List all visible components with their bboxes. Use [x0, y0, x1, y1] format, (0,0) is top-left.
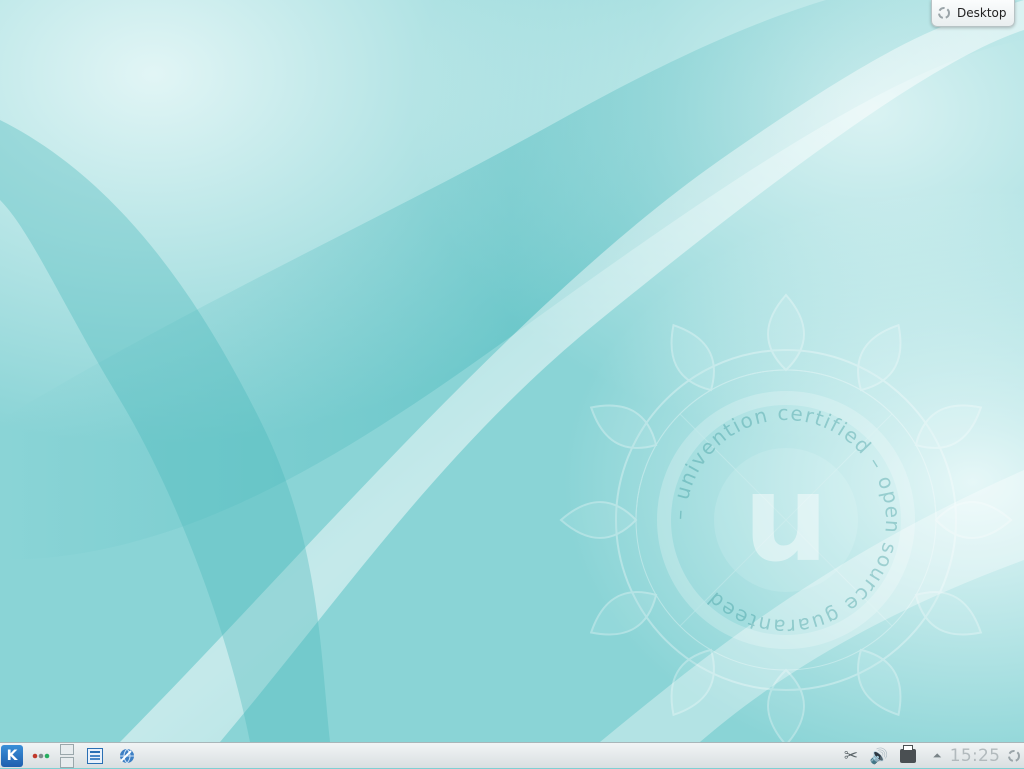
desktop-toolbox-button[interactable]: Desktop — [931, 0, 1015, 27]
activities-button[interactable] — [30, 743, 52, 769]
desktop-pager[interactable] — [58, 743, 76, 769]
panel-toolbox-button[interactable] — [1004, 743, 1024, 769]
digital-clock[interactable]: 15:25 — [948, 743, 1002, 769]
printer-icon — [900, 745, 916, 763]
window-list-icon — [87, 748, 103, 764]
cashew-icon — [1008, 750, 1020, 762]
speaker-icon: 🔊 — [869, 747, 889, 765]
task-manager-button[interactable] — [84, 743, 106, 769]
taskbar-panel: K ✂ 🔊 ⏶ 15:25 — [0, 742, 1024, 768]
expand-arrow-icon: ⏶ — [932, 749, 942, 762]
clock-time: 15:25 — [949, 746, 1001, 766]
pager-desktop-2[interactable] — [60, 757, 74, 768]
printer-tray-item[interactable] — [896, 743, 920, 769]
klipper-scissors-icon[interactable]: ✂ — [840, 743, 862, 769]
pager-desktop-1[interactable] — [60, 744, 74, 755]
kickoff-launcher-button[interactable]: K — [0, 743, 24, 769]
cashew-icon — [938, 7, 950, 19]
tray-expand-button[interactable]: ⏶ — [928, 743, 946, 769]
globe-app-icon — [120, 748, 134, 764]
scissors-icon: ✂ — [843, 746, 859, 766]
logo-letter: u — [743, 450, 828, 589]
desktop-toolbox-label: Desktop — [957, 6, 1007, 20]
quick-launcher-button[interactable] — [116, 743, 138, 769]
desktop-wallpaper: u – univention certified – open source g… — [0, 0, 1024, 742]
volume-control[interactable]: 🔊 — [866, 743, 892, 769]
kde-logo-icon: K — [1, 745, 23, 767]
kde-logo-glyph: K — [6, 748, 18, 764]
activities-dots-icon — [32, 753, 50, 759]
